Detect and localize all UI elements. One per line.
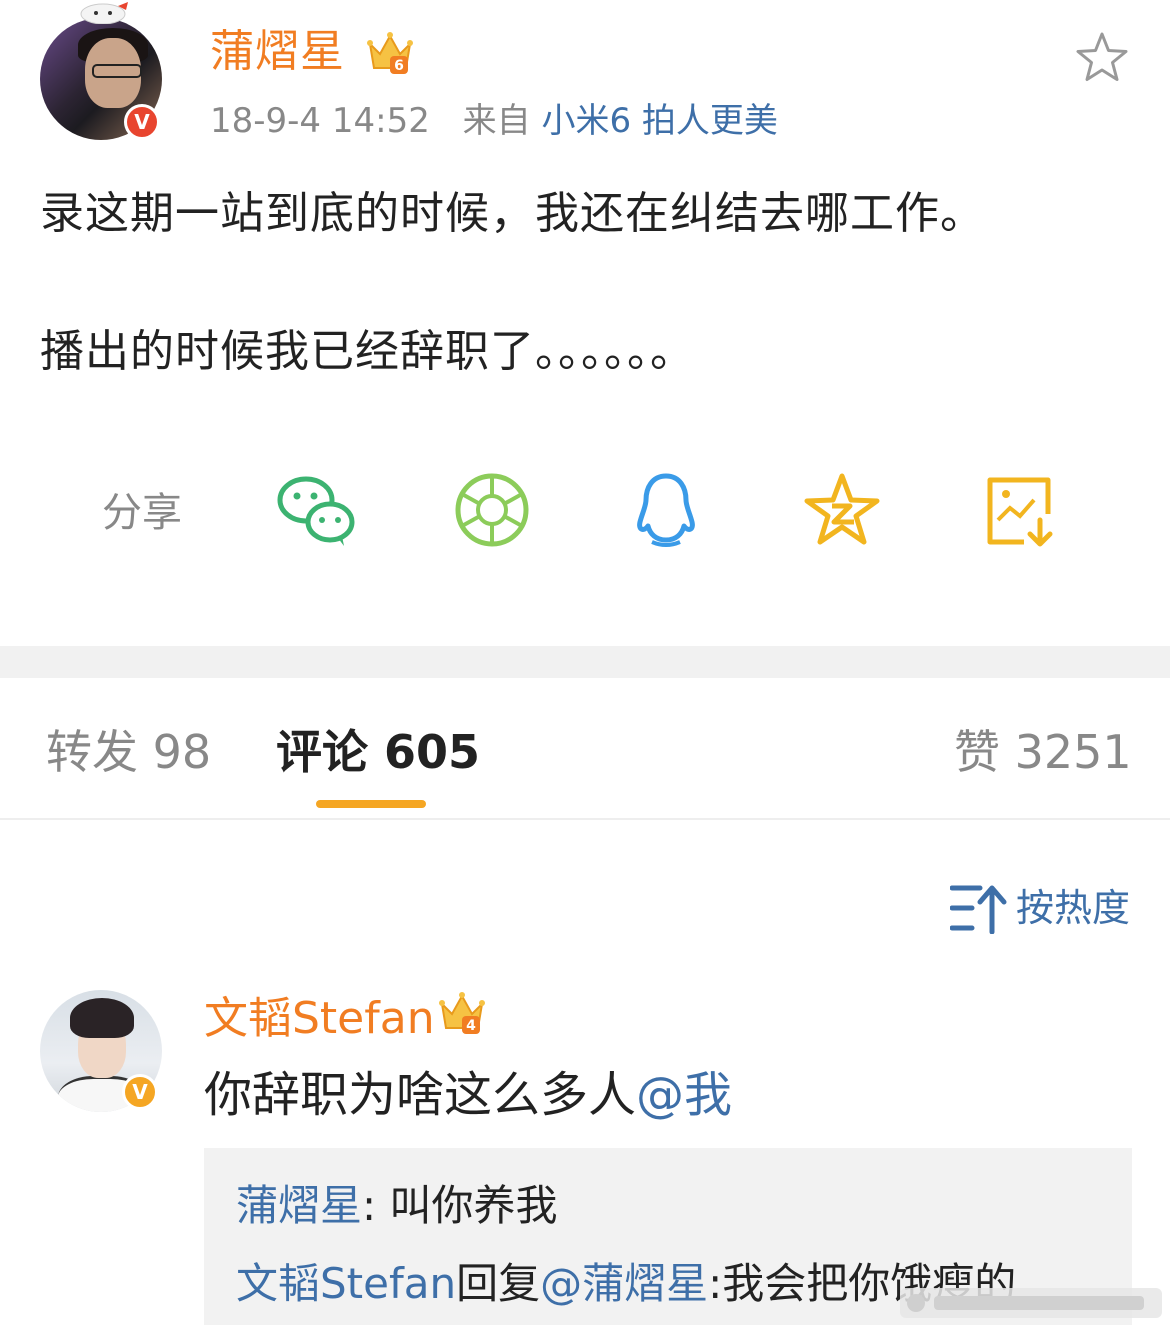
sort-label: 按热度 — [1016, 886, 1131, 930]
reply-text: : 叫你养我 — [362, 1181, 558, 1230]
save-image-icon[interactable] — [980, 470, 1060, 550]
verified-badge-icon: V — [122, 1074, 158, 1110]
comment-body: 你辞职为啥这么多人 — [204, 1067, 637, 1123]
verified-badge-icon: V — [124, 104, 160, 140]
avatar-glasses — [92, 64, 142, 78]
crown-level: 6 — [394, 58, 404, 74]
qq-icon[interactable] — [626, 470, 706, 550]
comment-mention-link[interactable]: @我 — [636, 1067, 732, 1123]
post-author-name[interactable]: 蒲熠星 — [210, 22, 345, 82]
post-meta: 18-9-4 14:52 来自 小米6 拍人更美 — [210, 98, 778, 144]
avatar-hair — [70, 998, 134, 1038]
post-body-paragraph: 录这期一站到底的时候，我还在纠结去哪工作。 — [40, 188, 985, 239]
favorite-star-icon[interactable] — [1074, 30, 1130, 86]
tab-reposts[interactable]: 转发 98 — [46, 722, 211, 782]
section-divider — [0, 646, 1170, 678]
share-label: 分享 — [102, 490, 182, 536]
crown-level: 4 — [466, 1018, 476, 1034]
post-source-link[interactable]: 小米6 拍人更美 — [541, 101, 777, 141]
reply-mention-link[interactable]: @蒲熠星 — [540, 1259, 708, 1308]
vip-crown-icon[interactable]: 6 — [366, 30, 414, 76]
comment-author-name[interactable]: 文韬Stefan — [204, 990, 435, 1048]
post-source-prefix: 来自 — [462, 101, 531, 141]
tab-comments[interactable]: 评论 605 — [276, 722, 480, 782]
wechat-icon[interactable] — [276, 470, 356, 550]
watermark-overlay — [900, 1288, 1162, 1318]
qzone-icon[interactable] — [802, 470, 882, 550]
avatar-pendant-mascot-icon — [80, 2, 128, 24]
post-timestamp: 18-9-4 14:52 — [210, 101, 430, 141]
reply-connector: 回复 — [456, 1259, 541, 1308]
sort-icon — [950, 885, 1007, 934]
reply-author-link[interactable]: 蒲熠星 — [236, 1181, 362, 1230]
vip-crown-icon[interactable]: 4 — [438, 990, 486, 1036]
comment-text: 你辞职为啥这么多人@我 — [204, 1064, 732, 1126]
reply-item: 蒲熠星: 叫你养我 — [236, 1178, 558, 1234]
moments-icon[interactable] — [452, 470, 532, 550]
active-tab-indicator — [316, 800, 426, 808]
reply-author-link[interactable]: 文韬Stefan — [236, 1259, 456, 1308]
tab-divider — [0, 818, 1170, 820]
post-body-paragraph: 播出的时候我已经辞职了。。。。。。 — [40, 326, 695, 377]
tab-likes[interactable]: 赞 3251 — [954, 722, 1132, 782]
